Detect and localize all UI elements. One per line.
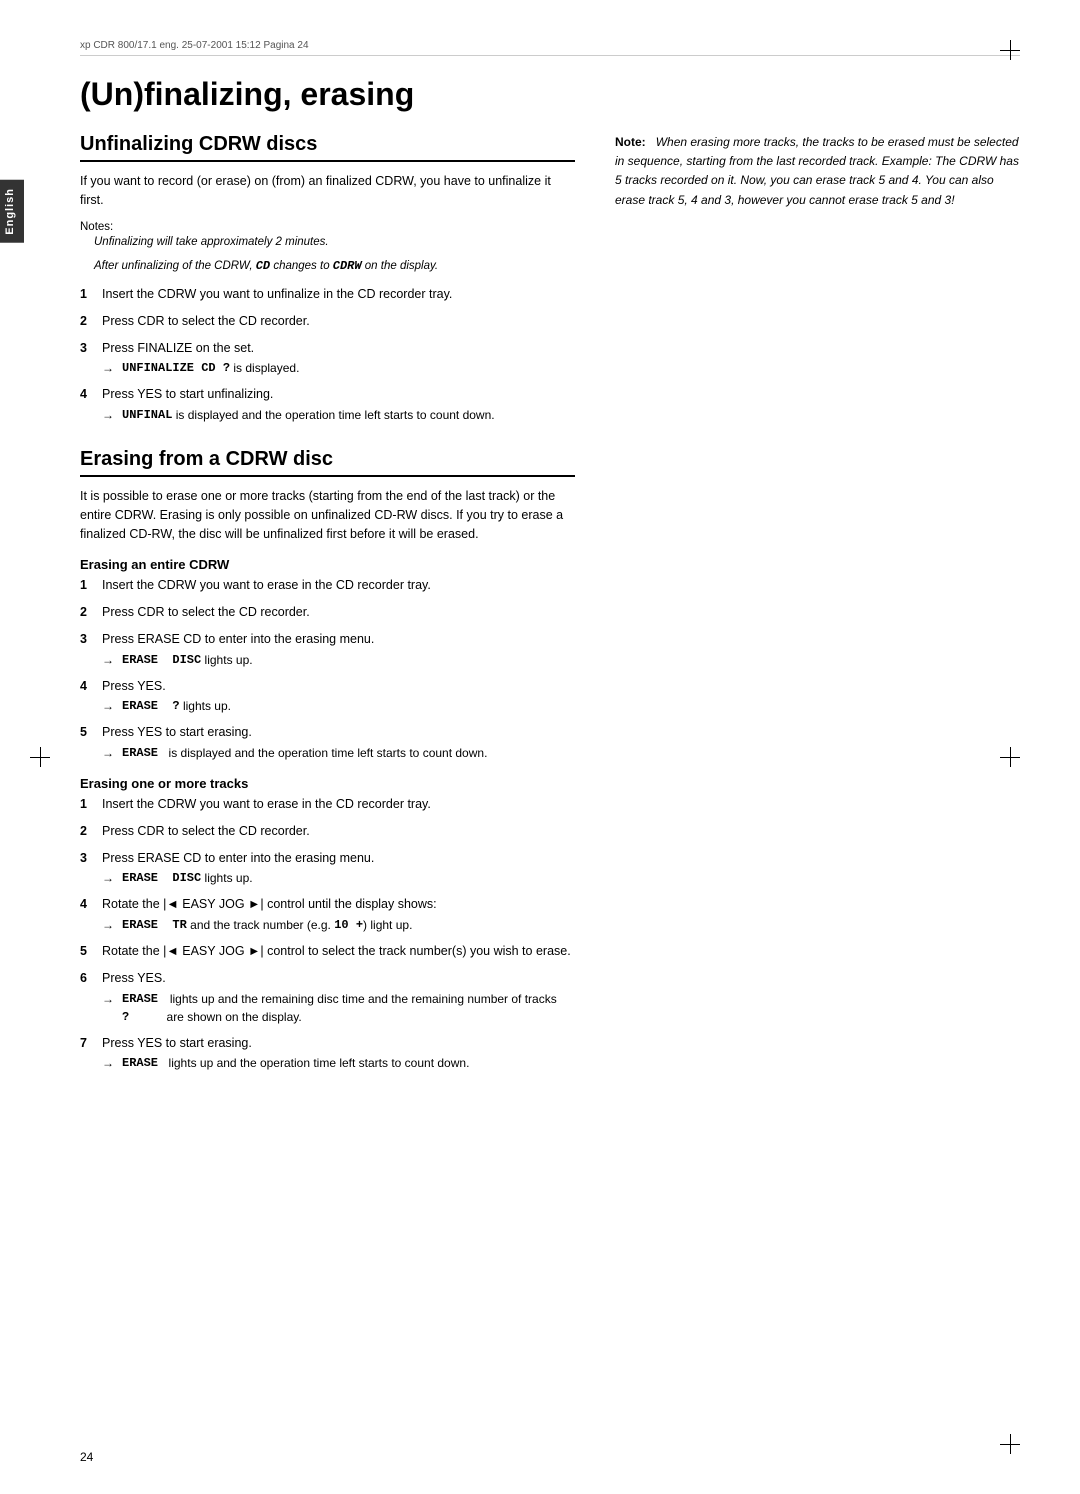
entire-subsection-title: Erasing an entire CDRW	[80, 557, 575, 572]
page: xp CDR 800/17.1 eng. 25-07-2001 15:12 Pa…	[0, 0, 1080, 1494]
unfinalizing-section: Unfinalizing CDRW discs If you want to r…	[80, 133, 575, 424]
notes-section: Notes: Unfinalizing will take approximat…	[80, 218, 575, 276]
arrow-e3: → ERASE DISC lights up.	[102, 651, 575, 669]
note2: After unfinalizing of the CDRW, CD chang…	[94, 257, 575, 275]
step-t7: 7 Press YES to start erasing. → ERASE li…	[80, 1034, 575, 1073]
step-t1: 1 Insert the CDRW you want to erase in t…	[80, 795, 575, 814]
step-e2: 2 Press CDR to select the CD recorder.	[80, 603, 575, 622]
step-u2: 2 Press CDR to select the CD recorder.	[80, 312, 575, 331]
page-number: 24	[80, 1450, 93, 1464]
step-e5: 5 Press YES to start erasing. → ERASE is…	[80, 723, 575, 762]
entire-steps: 1 Insert the CDRW you want to erase in t…	[80, 576, 575, 762]
unfinalizing-title: Unfinalizing CDRW discs	[80, 133, 575, 162]
note1: Unfinalizing will take approximately 2 m…	[94, 234, 575, 251]
erasing-section: Erasing from a CDRW disc It is possible …	[80, 448, 575, 1072]
arrow-t6: → ERASE ? lights up and the remaining di…	[102, 990, 575, 1026]
crosshair-top-right	[1000, 40, 1020, 60]
step-t6: 6 Press YES. → ERASE ? lights up and the…	[80, 969, 575, 1026]
right-column: Note: When erasing more tracks, the trac…	[615, 133, 1020, 1080]
left-column: Unfinalizing CDRW discs If you want to r…	[80, 133, 575, 1080]
notes-indent: Unfinalizing will take approximately 2 m…	[94, 234, 575, 276]
step-u3: 3 Press FINALIZE on the set. → UNFINALIZ…	[80, 339, 575, 378]
step-u4: 4 Press YES to start unfinalizing. → UNF…	[80, 385, 575, 424]
step-t4: 4 Rotate the |◄ EASY JOG ►| control unti…	[80, 895, 575, 934]
crosshair-mid-left	[30, 747, 50, 767]
sidebar-label: English	[0, 180, 24, 243]
erasing-intro: It is possible to erase one or more trac…	[80, 487, 575, 543]
arrow-e4: → ERASE ? lights up.	[102, 697, 575, 715]
main-title: (Un)finalizing, erasing	[80, 76, 1020, 113]
crosshair-mid-right	[1000, 747, 1020, 767]
arrow-t7: → ERASE lights up and the operation time…	[102, 1054, 575, 1072]
arrow-u4: → UNFINAL is displayed and the operation…	[102, 406, 575, 424]
step-t2: 2 Press CDR to select the CD recorder.	[80, 822, 575, 841]
step-t5: 5 Rotate the |◄ EASY JOG ►| control to s…	[80, 942, 575, 961]
unfinalizing-steps: 1 Insert the CDRW you want to unfinalize…	[80, 285, 575, 424]
tracks-steps: 1 Insert the CDRW you want to erase in t…	[80, 795, 575, 1072]
arrow-e5: → ERASE is displayed and the operation t…	[102, 744, 575, 762]
step-e3: 3 Press ERASE CD to enter into the erasi…	[80, 630, 575, 669]
step-e4: 4 Press YES. → ERASE ? lights up.	[80, 677, 575, 716]
right-note: Note: When erasing more tracks, the trac…	[615, 133, 1020, 210]
step-t3: 3 Press ERASE CD to enter into the erasi…	[80, 849, 575, 888]
arrow-t4: → ERASE TR and the track number (e.g. 10…	[102, 916, 575, 934]
crosshair-bottom-right	[1000, 1434, 1020, 1454]
tracks-subsection-title: Erasing one or more tracks	[80, 776, 575, 791]
content-columns: Unfinalizing CDRW discs If you want to r…	[80, 133, 1020, 1080]
erasing-title: Erasing from a CDRW disc	[80, 448, 575, 477]
arrow-t3: → ERASE DISC lights up.	[102, 869, 575, 887]
notes-label: Notes:	[80, 221, 113, 233]
page-header: xp CDR 800/17.1 eng. 25-07-2001 15:12 Pa…	[80, 40, 1020, 56]
unfinalizing-intro: If you want to record (or erase) on (fro…	[80, 172, 575, 210]
arrow-u3: → UNFINALIZE CD ? is displayed.	[102, 359, 575, 377]
step-e1: 1 Insert the CDRW you want to erase in t…	[80, 576, 575, 595]
step-u1: 1 Insert the CDRW you want to unfinalize…	[80, 285, 575, 304]
